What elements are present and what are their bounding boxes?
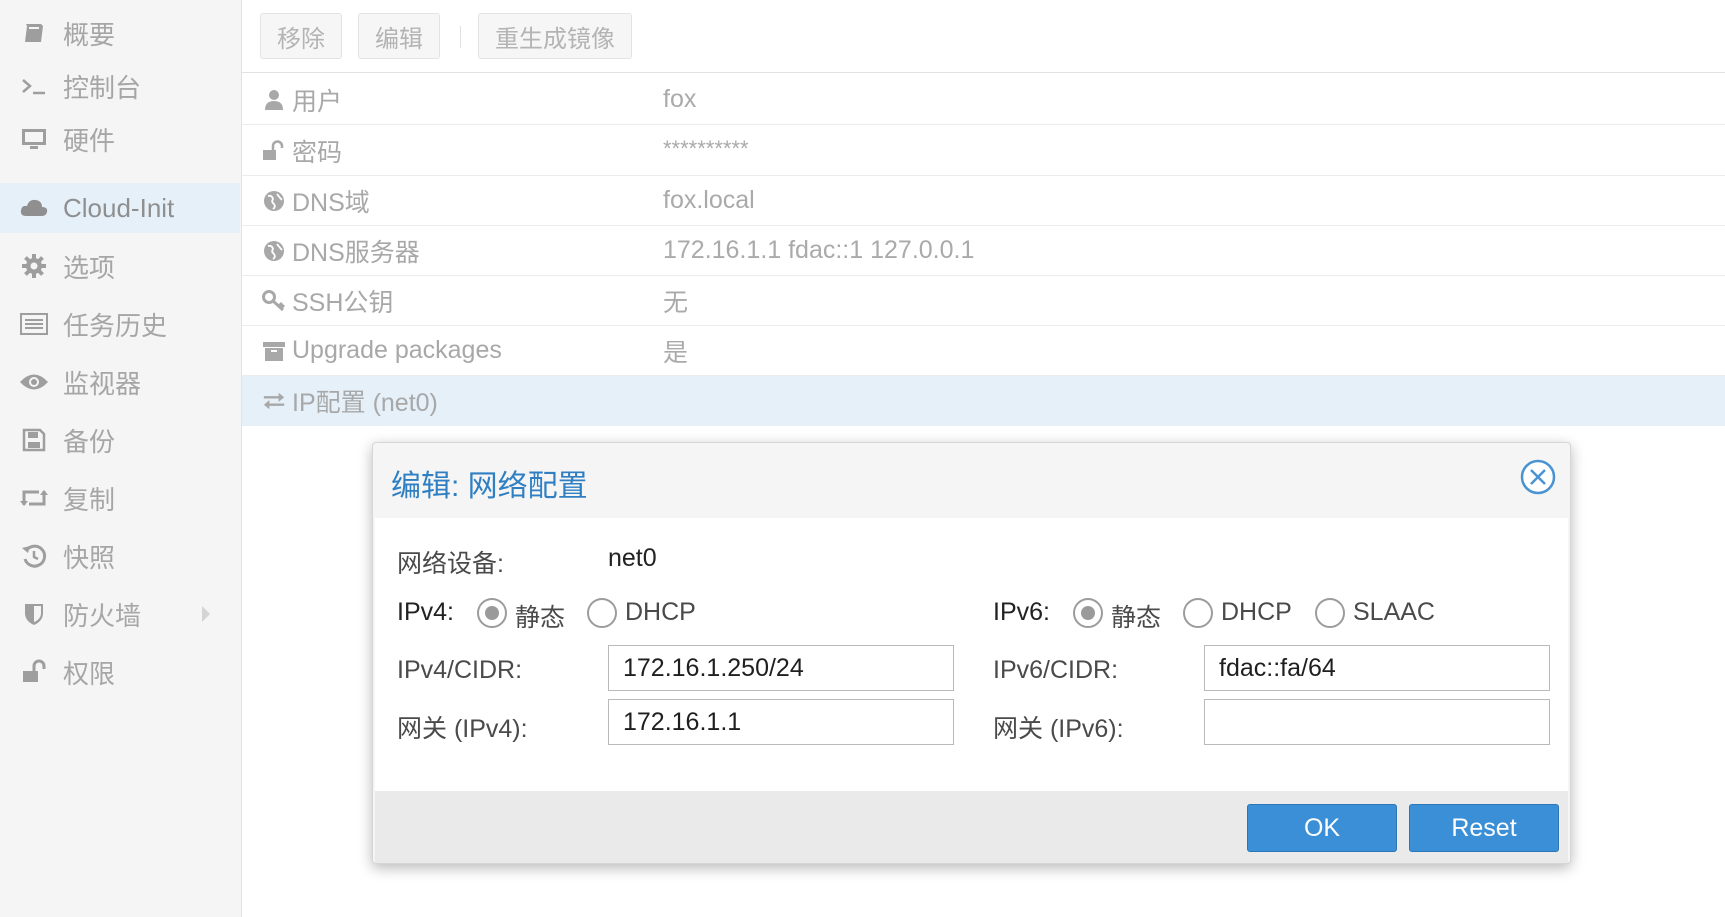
sidebar-item-label: 监视器 — [63, 368, 142, 399]
sidebar-item-summary[interactable]: 概要 — [0, 8, 240, 58]
network-config-dialog: 编辑: 网络配置 网络设备: net0 IPv4: 静态 DHCP IPv6: … — [372, 442, 1571, 864]
ipv4-label: IPv4: — [397, 598, 454, 626]
row-value: 是 — [663, 338, 689, 367]
row-key: 密码 — [292, 138, 343, 167]
ipv4-cidr-label: IPv4/CIDR: — [397, 656, 523, 684]
row-key: 用户 — [292, 87, 343, 116]
row-value: ********** — [663, 136, 749, 161]
row-value: 无 — [663, 288, 689, 317]
monitor-icon — [19, 124, 49, 154]
row-key: Upgrade packages — [292, 336, 502, 364]
sidebar-item-replication[interactable]: 复制 — [0, 473, 240, 523]
floppy-icon — [19, 425, 49, 455]
ipv6-dhcp-label: DHCP — [1221, 598, 1292, 626]
sidebar-item-backup[interactable]: 备份 — [0, 415, 240, 465]
book-icon — [19, 18, 49, 48]
unlock-icon — [262, 139, 286, 163]
sidebar-item-monitor[interactable]: 监视器 — [0, 357, 240, 407]
exchange-icon — [262, 389, 286, 413]
ipv4-static-radio[interactable] — [477, 598, 507, 628]
sidebar-item-label: Cloud-Init — [63, 192, 175, 223]
close-icon[interactable] — [1520, 459, 1556, 495]
sidebar-item-label: 快照 — [63, 542, 116, 573]
toolbar-separator — [460, 26, 461, 48]
regenerate-image-button[interactable]: 重生成镜像 — [478, 13, 632, 59]
sidebar-item-snapshots[interactable]: 快照 — [0, 531, 240, 581]
unlock-icon — [19, 657, 49, 687]
ipv6-cidr-label: IPv6/CIDR: — [993, 656, 1119, 684]
sidebar-item-label: 复制 — [63, 484, 116, 515]
row-ip-config-net0[interactable]: IP配置 (net0) — [242, 376, 1725, 426]
globe-icon — [262, 239, 286, 263]
ipv6-gateway-label: 网关 (IPv6): — [993, 715, 1124, 743]
edit-button[interactable]: 编辑 — [358, 13, 440, 59]
sidebar-item-label: 任务历史 — [63, 310, 168, 341]
sidebar-item-label: 选项 — [63, 252, 116, 283]
chevron-right-icon[interactable] — [202, 606, 210, 622]
sidebar-item-label: 权限 — [63, 658, 116, 689]
sidebar-item-label: 备份 — [63, 426, 116, 457]
sidebar: 概要 控制台 硬件 Cloud-Init 选项 任务历史 监视器 备份 复制 快… — [0, 0, 242, 917]
reset-button[interactable]: Reset — [1409, 804, 1559, 852]
row-user[interactable]: 用户 fox — [242, 75, 1725, 125]
key-icon — [262, 289, 286, 313]
dialog-title: 编辑: 网络配置 — [391, 470, 588, 503]
ipv6-gateway-input[interactable] — [1204, 699, 1550, 745]
row-upgrade-packages[interactable]: Upgrade packages 是 — [242, 326, 1725, 376]
list-icon — [19, 309, 49, 339]
sidebar-item-task-history[interactable]: 任务历史 — [0, 299, 240, 349]
dialog-body: 网络设备: net0 IPv4: 静态 DHCP IPv6: 静态 DHCP S… — [375, 518, 1568, 791]
ipv6-slaac-radio[interactable] — [1315, 598, 1345, 628]
network-device-label: 网络设备: — [397, 550, 504, 578]
retweet-icon — [19, 483, 49, 513]
ipv6-dhcp-radio[interactable] — [1183, 598, 1213, 628]
row-value: fox — [663, 85, 697, 113]
ipv4-gateway-label: 网关 (IPv4): — [397, 715, 528, 743]
ipv4-dhcp-radio[interactable] — [587, 598, 617, 628]
cloud-icon — [19, 193, 49, 223]
remove-button[interactable]: 移除 — [260, 13, 342, 59]
sidebar-item-label: 概要 — [63, 19, 116, 50]
row-key: IP配置 (net0) — [292, 389, 438, 417]
ipv4-cidr-input[interactable] — [608, 645, 954, 691]
ipv6-label: IPv6: — [993, 598, 1050, 626]
dialog-footer: OK Reset — [375, 791, 1568, 863]
ipv6-slaac-label: SLAAC — [1353, 598, 1435, 626]
ipv6-static-label: 静态 — [1111, 604, 1162, 632]
ok-button[interactable]: OK — [1247, 804, 1397, 852]
network-device-value: net0 — [608, 544, 657, 572]
history-icon — [19, 541, 49, 571]
row-value: fox.local — [663, 186, 755, 214]
ipv4-static-label: 静态 — [515, 604, 566, 632]
row-password[interactable]: 密码 ********** — [242, 126, 1725, 176]
sidebar-item-firewall[interactable]: 防火墙 — [0, 589, 240, 639]
eye-icon — [19, 367, 49, 397]
sidebar-item-label: 防火墙 — [63, 600, 142, 631]
row-key: DNS域 — [292, 188, 370, 217]
sidebar-item-hardware[interactable]: 硬件 — [0, 114, 240, 164]
sidebar-item-label: 硬件 — [63, 125, 116, 156]
row-dns-domain[interactable]: DNS域 fox.local — [242, 176, 1725, 226]
row-dns-servers[interactable]: DNS服务器 172.16.1.1 fdac::1 127.0.0.1 — [242, 226, 1725, 276]
user-icon — [262, 88, 286, 112]
toolbar: 移除 编辑 重生成镜像 — [242, 0, 1725, 73]
row-ssh-keys[interactable]: SSH公钥 无 — [242, 276, 1725, 326]
ipv6-static-radio[interactable] — [1073, 598, 1103, 628]
sidebar-item-options[interactable]: 选项 — [0, 241, 240, 291]
sidebar-item-cloud-init[interactable]: Cloud-Init — [0, 183, 240, 233]
archive-icon — [262, 339, 286, 363]
ipv4-dhcp-label: DHCP — [625, 598, 696, 626]
row-key: DNS服务器 — [292, 238, 420, 267]
ipv4-gateway-input[interactable] — [608, 699, 954, 745]
shield-icon — [19, 599, 49, 629]
gear-icon — [19, 251, 49, 281]
ipv6-cidr-input[interactable] — [1204, 645, 1550, 691]
sidebar-item-console[interactable]: 控制台 — [0, 61, 240, 111]
row-value: 172.16.1.1 fdac::1 127.0.0.1 — [663, 236, 975, 264]
sidebar-item-permissions[interactable]: 权限 — [0, 647, 240, 697]
row-key: SSH公钥 — [292, 288, 394, 317]
terminal-icon — [19, 71, 49, 101]
globe-icon — [262, 189, 286, 213]
sidebar-item-label: 控制台 — [63, 72, 142, 103]
